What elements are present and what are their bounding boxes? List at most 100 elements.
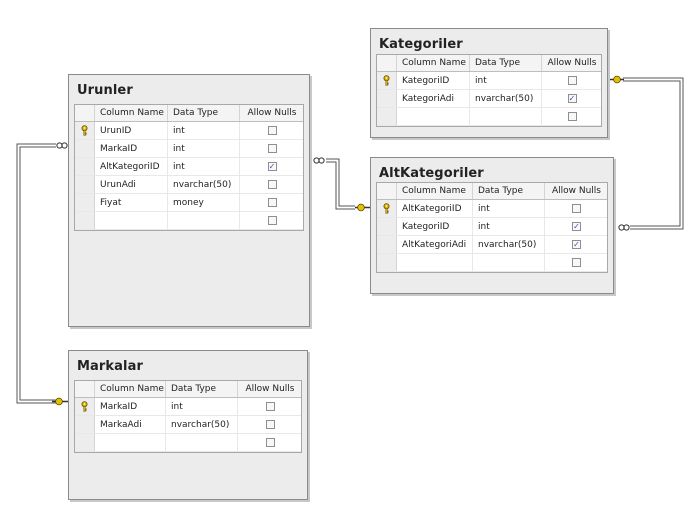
- column-row[interactable]: Fiyat money: [75, 194, 303, 212]
- allow-nulls-checkbox[interactable]: [567, 112, 577, 121]
- column-name-cell[interactable]: UrunAdi: [95, 176, 168, 193]
- row-selector[interactable]: [75, 158, 95, 175]
- data-type-cell[interactable]: nvarchar(50): [473, 236, 545, 253]
- row-selector[interactable]: [377, 200, 397, 217]
- allow-nulls-checkbox[interactable]: [567, 76, 577, 85]
- allow-nulls-checkbox[interactable]: [572, 204, 581, 213]
- allow-nulls-checkbox[interactable]: ✓: [572, 222, 581, 231]
- data-type-cell[interactable]: nvarchar(50): [470, 90, 542, 107]
- allow-nulls-checkbox[interactable]: [265, 402, 275, 411]
- row-selector[interactable]: [377, 72, 397, 89]
- row-selector[interactable]: [377, 218, 397, 235]
- allow-nulls-checkbox[interactable]: [267, 216, 277, 225]
- relationship-altkategoriler-urunler[interactable]: [326, 158, 355, 210]
- column-row[interactable]: [377, 108, 601, 126]
- allow-nulls-checkbox[interactable]: [267, 198, 277, 207]
- column-name-cell[interactable]: AltKategoriAdi: [397, 236, 473, 253]
- column-name-cell[interactable]: KategoriAdi: [397, 90, 470, 107]
- column-row[interactable]: AltKategoriID int ✓: [75, 158, 303, 176]
- column-name-cell[interactable]: KategoriID: [397, 218, 473, 235]
- column-name-cell[interactable]: MarkaAdi: [95, 416, 166, 433]
- column-row[interactable]: [75, 434, 301, 452]
- data-type-header[interactable]: Data Type: [166, 381, 238, 397]
- data-type-cell[interactable]: [473, 254, 545, 271]
- data-type-cell[interactable]: int: [166, 398, 238, 415]
- column-name-cell[interactable]: AltKategoriID: [95, 158, 168, 175]
- row-selector[interactable]: [75, 122, 95, 139]
- table-markalar[interactable]: Markalar Column Name Data Type Allow Nulls…: [68, 350, 308, 500]
- column-name-cell[interactable]: [397, 254, 473, 271]
- column-row[interactable]: UrunAdi nvarchar(50): [75, 176, 303, 194]
- data-type-cell[interactable]: money: [168, 194, 240, 211]
- column-name-cell[interactable]: [95, 434, 166, 451]
- column-name-cell[interactable]: Fiyat: [95, 194, 168, 211]
- allow-nulls-checkbox[interactable]: [265, 420, 275, 429]
- row-selector[interactable]: [75, 212, 95, 229]
- column-grid[interactable]: Column Name Data Type Allow Nulls KategoriI…: [376, 54, 602, 127]
- data-type-header[interactable]: Data Type: [473, 183, 545, 199]
- column-name-cell[interactable]: [397, 108, 470, 125]
- column-name-header[interactable]: Column Name: [397, 55, 470, 71]
- allow-nulls-checkbox[interactable]: [572, 258, 581, 267]
- column-row[interactable]: UrunID int: [75, 122, 303, 140]
- column-row[interactable]: MarkaAdi nvarchar(50): [75, 416, 301, 434]
- row-selector[interactable]: [75, 194, 95, 211]
- data-type-cell[interactable]: [470, 108, 542, 125]
- column-grid[interactable]: Column Name Data Type Allow Nulls UrunID int…: [74, 104, 304, 231]
- table-urunler[interactable]: Urunler Column Name Data Type Allow Nulls U…: [68, 74, 310, 327]
- data-type-cell[interactable]: int: [473, 200, 545, 217]
- column-row[interactable]: [377, 254, 607, 272]
- column-name-cell[interactable]: KategoriID: [397, 72, 470, 89]
- table-kategoriler[interactable]: Kategoriler Column Name Data Type Allow Nu…: [370, 28, 608, 138]
- column-row[interactable]: MarkaID int: [75, 140, 303, 158]
- allow-nulls-checkbox[interactable]: [267, 144, 277, 153]
- data-type-cell[interactable]: [168, 212, 240, 229]
- data-type-header[interactable]: Data Type: [168, 105, 240, 121]
- row-selector[interactable]: [75, 434, 95, 451]
- data-type-cell[interactable]: int: [473, 218, 545, 235]
- relationship-kategoriler-altkategoriler[interactable]: [623, 77, 684, 230]
- row-selector[interactable]: [75, 176, 95, 193]
- data-type-header[interactable]: Data Type: [470, 55, 542, 71]
- row-selector[interactable]: [377, 236, 397, 253]
- row-selector[interactable]: [377, 254, 397, 271]
- data-type-cell[interactable]: int: [168, 122, 240, 139]
- column-row[interactable]: KategoriID int: [377, 72, 601, 90]
- column-row[interactable]: AltKategoriID int: [377, 200, 607, 218]
- column-grid[interactable]: Column Name Data Type Allow Nulls MarkaID in…: [74, 380, 302, 453]
- column-name-cell[interactable]: AltKategoriID: [397, 200, 473, 217]
- column-row[interactable]: MarkaID int: [75, 398, 301, 416]
- column-row[interactable]: AltKategoriAdi nvarchar(50) ✓: [377, 236, 607, 254]
- row-selector[interactable]: [377, 90, 397, 107]
- column-name-cell[interactable]: UrunID: [95, 122, 168, 139]
- allow-nulls-header[interactable]: Allow Nulls: [238, 381, 302, 397]
- relationship-markalar-urunler[interactable]: [16, 143, 56, 404]
- data-type-cell[interactable]: int: [168, 140, 240, 157]
- allow-nulls-checkbox[interactable]: ✓: [567, 94, 577, 103]
- allow-nulls-header[interactable]: Allow Nulls: [542, 55, 602, 71]
- column-name-header[interactable]: Column Name: [95, 381, 166, 397]
- allow-nulls-header[interactable]: Allow Nulls: [240, 105, 304, 121]
- allow-nulls-checkbox[interactable]: [267, 126, 277, 135]
- column-row[interactable]: KategoriID int ✓: [377, 218, 607, 236]
- row-selector[interactable]: [75, 398, 95, 415]
- data-type-cell[interactable]: int: [168, 158, 240, 175]
- column-row[interactable]: KategoriAdi nvarchar(50) ✓: [377, 90, 601, 108]
- allow-nulls-checkbox[interactable]: [265, 438, 275, 447]
- data-type-cell[interactable]: int: [470, 72, 542, 89]
- column-name-cell[interactable]: [95, 212, 168, 229]
- allow-nulls-checkbox[interactable]: ✓: [267, 162, 277, 171]
- data-type-cell[interactable]: [166, 434, 238, 451]
- allow-nulls-checkbox[interactable]: [267, 180, 277, 189]
- row-selector[interactable]: [75, 416, 95, 433]
- allow-nulls-checkbox[interactable]: ✓: [572, 240, 581, 249]
- column-row[interactable]: [75, 212, 303, 230]
- data-type-cell[interactable]: nvarchar(50): [166, 416, 238, 433]
- column-name-header[interactable]: Column Name: [397, 183, 473, 199]
- row-selector[interactable]: [75, 140, 95, 157]
- column-name-cell[interactable]: MarkaID: [95, 398, 166, 415]
- row-selector[interactable]: [377, 108, 397, 125]
- allow-nulls-header[interactable]: Allow Nulls: [545, 183, 608, 199]
- data-type-cell[interactable]: nvarchar(50): [168, 176, 240, 193]
- column-name-header[interactable]: Column Name: [95, 105, 168, 121]
